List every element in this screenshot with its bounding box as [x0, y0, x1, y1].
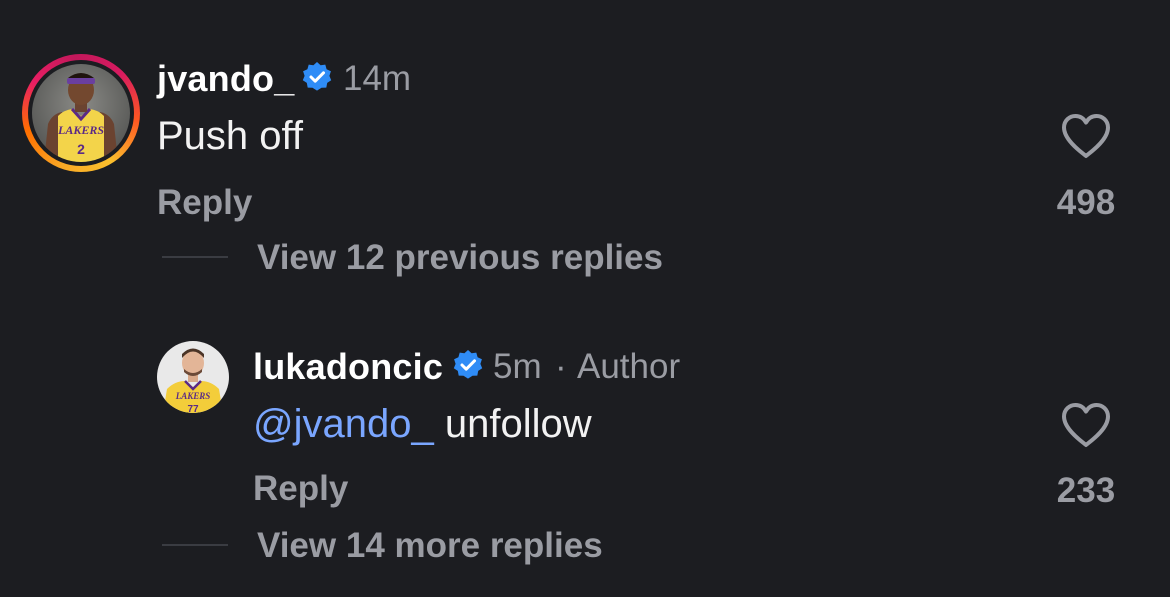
comment-body: unfollow: [433, 402, 592, 446]
reply-button[interactable]: Reply: [253, 469, 348, 509]
svg-text:77: 77: [187, 404, 199, 413]
heart-outline-icon[interactable]: [1060, 112, 1112, 160]
svg-text:2: 2: [77, 141, 85, 157]
separator-dot: ·: [555, 347, 567, 386]
avatar-image: LAKERS 2: [32, 64, 130, 162]
comment-text: @jvando_ unfollow: [253, 402, 592, 447]
thread-line: [162, 544, 228, 546]
avatar[interactable]: LAKERS 2: [32, 64, 130, 162]
svg-text:LAKERS: LAKERS: [57, 123, 104, 137]
story-ring[interactable]: LAKERS 2: [22, 54, 140, 172]
verified-badge-icon: [301, 61, 333, 93]
like-count: 233: [1056, 471, 1116, 510]
thread-line: [162, 256, 228, 258]
timestamp: 14m: [343, 59, 412, 98]
username[interactable]: jvando_: [157, 58, 294, 100]
avatar-image: LAKERS 77: [157, 341, 229, 413]
avatar[interactable]: LAKERS 77: [157, 341, 229, 413]
heart-outline-icon[interactable]: [1060, 401, 1112, 449]
mention-link[interactable]: @jvando_: [253, 402, 434, 446]
author-label: Author: [577, 347, 681, 386]
verified-badge-icon: [452, 349, 484, 381]
view-previous-replies-button[interactable]: View 12 previous replies: [257, 238, 663, 278]
svg-text:LAKERS: LAKERS: [175, 391, 211, 401]
like-count: 498: [1056, 183, 1116, 222]
timestamp: 5m: [493, 347, 542, 386]
username[interactable]: lukadoncic: [253, 346, 443, 388]
view-more-replies-button[interactable]: View 14 more replies: [257, 526, 603, 566]
comment-text: Push off: [157, 114, 304, 158]
reply-button[interactable]: Reply: [157, 183, 252, 223]
